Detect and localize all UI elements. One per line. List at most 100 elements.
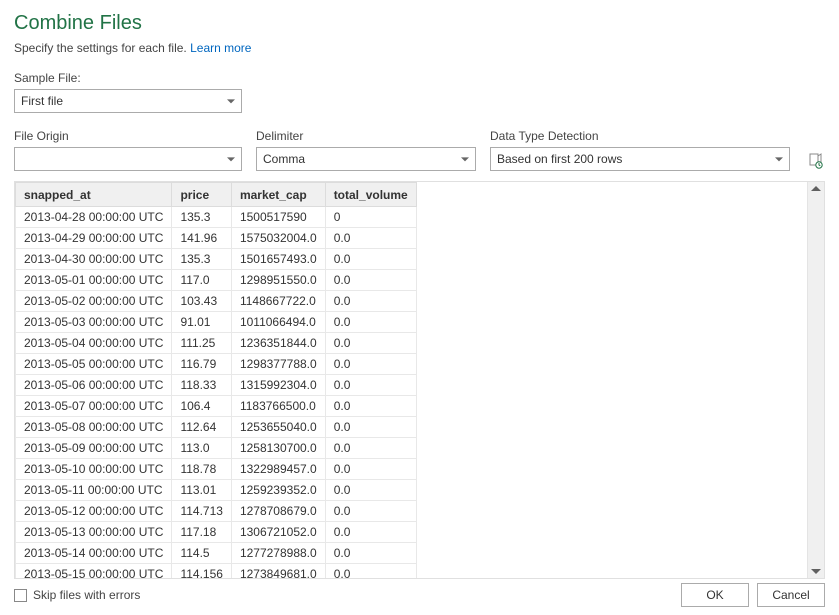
table-cell: 0.0 — [325, 270, 416, 291]
table-cell: 0.0 — [325, 333, 416, 354]
skip-errors-checkbox[interactable]: Skip files with errors — [14, 588, 140, 602]
dialog-title: Combine Files — [14, 12, 825, 35]
table-cell: 114.713 — [172, 501, 232, 522]
sample-file-label: Sample File: — [14, 71, 825, 85]
table-row[interactable]: 2013-05-04 00:00:00 UTC111.251236351844.… — [16, 333, 417, 354]
table-cell: 2013-04-28 00:00:00 UTC — [16, 207, 172, 228]
table-cell: 1298951550.0 — [231, 270, 325, 291]
table-row[interactable]: 2013-05-10 00:00:00 UTC118.781322989457.… — [16, 459, 417, 480]
table-cell: 2013-05-05 00:00:00 UTC — [16, 354, 172, 375]
table-cell: 2013-05-02 00:00:00 UTC — [16, 291, 172, 312]
table-cell: 1278708679.0 — [231, 501, 325, 522]
table-cell: 1011066494.0 — [231, 312, 325, 333]
cancel-button[interactable]: Cancel — [757, 583, 825, 607]
refresh-icon[interactable] — [807, 153, 825, 171]
column-header[interactable]: snapped_at — [16, 183, 172, 207]
table-cell: 106.4 — [172, 396, 232, 417]
table-row[interactable]: 2013-05-08 00:00:00 UTC112.641253655040.… — [16, 417, 417, 438]
table-cell: 118.78 — [172, 459, 232, 480]
detection-dropdown[interactable]: Based on first 200 rows — [490, 147, 790, 171]
ok-button[interactable]: OK — [681, 583, 749, 607]
scroll-up-icon[interactable] — [811, 186, 821, 191]
table-cell: 1322989457.0 — [231, 459, 325, 480]
table-row[interactable]: 2013-04-30 00:00:00 UTC135.31501657493.0… — [16, 249, 417, 270]
table-cell: 1253655040.0 — [231, 417, 325, 438]
preview-table: snapped_atpricemarket_captotal_volume 20… — [15, 182, 417, 578]
table-cell: 1236351844.0 — [231, 333, 325, 354]
scroll-down-icon[interactable] — [811, 569, 821, 574]
table-cell: 116.79 — [172, 354, 232, 375]
table-cell: 1183766500.0 — [231, 396, 325, 417]
table-cell: 2013-05-01 00:00:00 UTC — [16, 270, 172, 291]
table-cell: 2013-04-29 00:00:00 UTC — [16, 228, 172, 249]
table-cell: 2013-05-11 00:00:00 UTC — [16, 480, 172, 501]
table-cell: 2013-05-10 00:00:00 UTC — [16, 459, 172, 480]
table-row[interactable]: 2013-05-13 00:00:00 UTC117.181306721052.… — [16, 522, 417, 543]
sample-file-dropdown[interactable]: First file — [14, 89, 242, 113]
column-header[interactable]: price — [172, 183, 232, 207]
table-cell: 0.0 — [325, 354, 416, 375]
table-cell: 1277278988.0 — [231, 543, 325, 564]
table-cell: 0.0 — [325, 543, 416, 564]
subtitle-text: Specify the settings for each file. — [14, 41, 190, 55]
detection-value: Based on first 200 rows — [497, 152, 622, 166]
table-cell: 2013-05-03 00:00:00 UTC — [16, 312, 172, 333]
table-row[interactable]: 2013-05-06 00:00:00 UTC118.331315992304.… — [16, 375, 417, 396]
delimiter-dropdown[interactable]: Comma — [256, 147, 476, 171]
table-cell: 118.33 — [172, 375, 232, 396]
table-cell: 2013-05-12 00:00:00 UTC — [16, 501, 172, 522]
table-cell: 0.0 — [325, 480, 416, 501]
table-cell: 91.01 — [172, 312, 232, 333]
table-cell: 0.0 — [325, 438, 416, 459]
detection-label: Data Type Detection — [490, 129, 790, 143]
table-cell: 2013-05-14 00:00:00 UTC — [16, 543, 172, 564]
chevron-down-icon — [227, 99, 235, 103]
sample-file-value: First file — [21, 94, 63, 108]
table-row[interactable]: 2013-05-01 00:00:00 UTC117.01298951550.0… — [16, 270, 417, 291]
table-cell: 1148667722.0 — [231, 291, 325, 312]
table-cell: 0.0 — [325, 501, 416, 522]
file-origin-dropdown[interactable] — [14, 147, 242, 171]
table-cell: 2013-05-08 00:00:00 UTC — [16, 417, 172, 438]
table-row[interactable]: 2013-05-03 00:00:00 UTC91.011011066494.0… — [16, 312, 417, 333]
table-cell: 1501657493.0 — [231, 249, 325, 270]
table-cell: 0.0 — [325, 291, 416, 312]
table-cell: 1500517590 — [231, 207, 325, 228]
table-row[interactable]: 2013-05-02 00:00:00 UTC103.431148667722.… — [16, 291, 417, 312]
table-row[interactable]: 2013-05-14 00:00:00 UTC114.51277278988.0… — [16, 543, 417, 564]
table-cell: 117.18 — [172, 522, 232, 543]
table-cell: 2013-05-07 00:00:00 UTC — [16, 396, 172, 417]
table-row[interactable]: 2013-05-11 00:00:00 UTC113.011259239352.… — [16, 480, 417, 501]
chevron-down-icon — [775, 157, 783, 161]
learn-more-link[interactable]: Learn more — [190, 41, 251, 55]
table-cell: 2013-04-30 00:00:00 UTC — [16, 249, 172, 270]
table-row[interactable]: 2013-04-29 00:00:00 UTC141.961575032004.… — [16, 228, 417, 249]
table-row[interactable]: 2013-05-05 00:00:00 UTC116.791298377788.… — [16, 354, 417, 375]
table-cell: 0.0 — [325, 249, 416, 270]
table-cell: 0.0 — [325, 396, 416, 417]
table-cell: 135.3 — [172, 249, 232, 270]
table-cell: 0 — [325, 207, 416, 228]
table-cell: 0.0 — [325, 375, 416, 396]
table-row[interactable]: 2013-05-09 00:00:00 UTC113.01258130700.0… — [16, 438, 417, 459]
column-header[interactable]: total_volume — [325, 183, 416, 207]
delimiter-value: Comma — [263, 152, 305, 166]
table-row[interactable]: 2013-04-28 00:00:00 UTC135.315005175900 — [16, 207, 417, 228]
table-cell: 2013-05-13 00:00:00 UTC — [16, 522, 172, 543]
table-cell: 2013-05-09 00:00:00 UTC — [16, 438, 172, 459]
table-cell: 103.43 — [172, 291, 232, 312]
table-cell: 1298377788.0 — [231, 354, 325, 375]
column-header[interactable]: market_cap — [231, 183, 325, 207]
table-cell: 141.96 — [172, 228, 232, 249]
chevron-down-icon — [227, 157, 235, 161]
vertical-scrollbar[interactable] — [807, 182, 824, 578]
table-cell: 113.0 — [172, 438, 232, 459]
skip-errors-label: Skip files with errors — [33, 588, 140, 602]
table-cell: 112.64 — [172, 417, 232, 438]
table-cell: 113.01 — [172, 480, 232, 501]
table-row[interactable]: 2013-05-07 00:00:00 UTC106.41183766500.0… — [16, 396, 417, 417]
table-cell: 117.0 — [172, 270, 232, 291]
table-cell: 0.0 — [325, 522, 416, 543]
table-cell: 1315992304.0 — [231, 375, 325, 396]
table-row[interactable]: 2013-05-12 00:00:00 UTC114.7131278708679… — [16, 501, 417, 522]
